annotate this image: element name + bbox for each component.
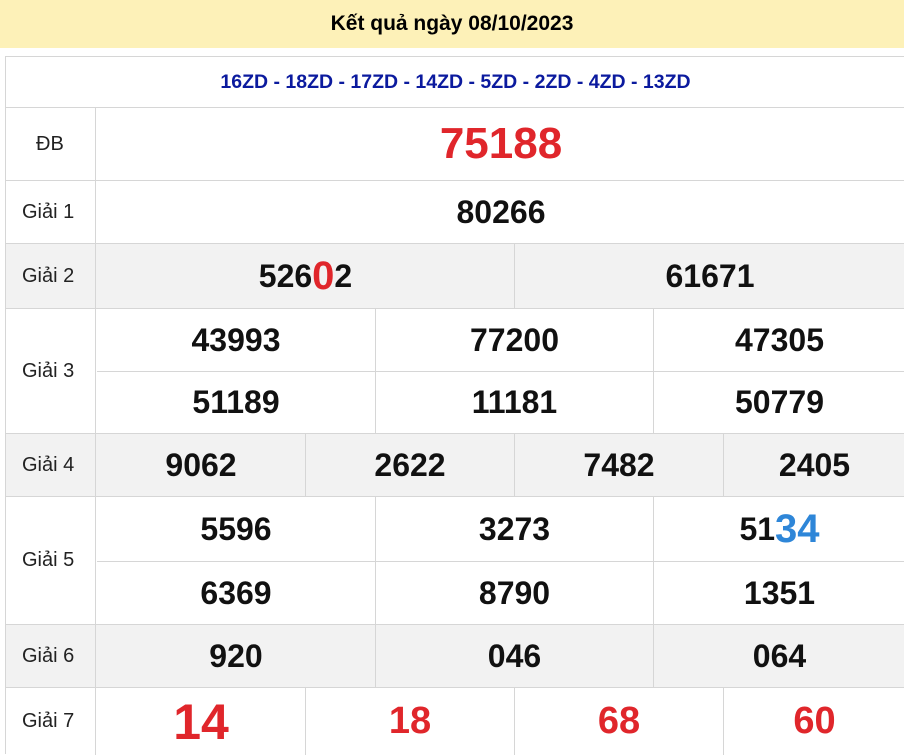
prize-row-giai6: Giải 6 920 046 064 xyxy=(6,625,904,688)
prize-number-giai6-2: 046 xyxy=(375,625,653,687)
prize-label-giai1: Giải 1 xyxy=(6,181,96,243)
prize-label-db: ĐB xyxy=(6,108,96,180)
prize-number-giai5-4: 6369 xyxy=(97,561,375,624)
prize-row-db: ĐB 75188 xyxy=(6,108,904,181)
prize-number-giai3-2: 77200 xyxy=(375,309,653,371)
prize-number: 80266 xyxy=(456,193,546,230)
prize-number-giai6-1: 920 xyxy=(97,625,375,687)
prize-number: 2622 xyxy=(374,446,446,483)
prize-number-giai2-2: 61671 xyxy=(514,244,904,308)
results-table: 16ZD - 18ZD - 17ZD - 14ZD - 5ZD - 2ZD - … xyxy=(5,56,904,755)
special-prize-number: 75188 xyxy=(439,119,563,168)
prize-number: 51189 xyxy=(192,384,280,420)
prize-row-giai2: Giải 2 526 0 2 61671 xyxy=(6,244,904,309)
prize-number: 43993 xyxy=(191,321,281,358)
prize-number-giai3-6: 50779 xyxy=(653,371,904,433)
prize-number: 7482 xyxy=(583,446,655,483)
prize-number: 18 xyxy=(388,700,432,742)
prize-number-giai5-5: 8790 xyxy=(375,561,653,624)
prize-number-giai7-2: 18 xyxy=(305,688,514,755)
prize-number: 5596 xyxy=(200,510,272,547)
prize-number-giai5-1: 5596 xyxy=(97,497,375,561)
prize-number: 3273 xyxy=(478,510,551,547)
prize-number-giai1: 80266 xyxy=(97,181,904,243)
prize-label-giai7: Giải 7 xyxy=(6,688,96,755)
prize-number-giai5-3: 51 34 xyxy=(653,497,904,561)
prize-number-db: 75188 xyxy=(97,108,904,180)
prize-label-giai2: Giải 2 xyxy=(6,244,96,308)
prize-number-giai5-6: 1351 xyxy=(653,561,904,624)
prize-number-giai4-3: 7482 xyxy=(514,434,723,496)
prize-number: 1351 xyxy=(743,574,816,611)
prize-label-giai3: Giải 3 xyxy=(6,309,96,433)
prize-number-giai4-4: 2405 xyxy=(723,434,904,496)
prize-number: 6369 xyxy=(200,574,272,611)
result-date-title: Kết quả ngày 08/10/2023 xyxy=(330,12,574,35)
prize-number-giai6-3: 064 xyxy=(653,625,904,687)
prize-row-giai7: Giải 7 14 18 68 60 xyxy=(6,688,904,755)
prize-number: 77200 xyxy=(470,321,559,358)
prize-number: 9062 xyxy=(165,446,237,483)
prize-label-giai6: Giải 6 xyxy=(6,625,96,687)
ticket-codes-row: 16ZD - 18ZD - 17ZD - 14ZD - 5ZD - 2ZD - … xyxy=(6,57,904,108)
prize-number-giai2-1: 526 0 2 xyxy=(97,244,514,308)
prize-number: 8790 xyxy=(478,574,551,611)
prize-number-giai3-1: 43993 xyxy=(97,309,375,371)
prize-number: 046 xyxy=(487,637,542,674)
prize-number-giai4-2: 2622 xyxy=(305,434,514,496)
result-date-header: Kết quả ngày 08/10/2023 xyxy=(0,0,904,48)
prize-number: 2405 xyxy=(778,446,851,483)
prize-number-suffix: 2 xyxy=(334,257,353,294)
prize-number-highlight: 0 xyxy=(312,253,335,298)
prize-number-highlight: 34 xyxy=(775,506,820,551)
prize-number-giai4-1: 9062 xyxy=(97,434,305,496)
prize-number: 50779 xyxy=(735,384,824,420)
prize-number-giai7-4: 60 xyxy=(723,688,904,755)
prize-number: 920 xyxy=(209,637,263,674)
prize-number: 14 xyxy=(173,693,229,750)
prize-number-prefix: 51 xyxy=(739,510,776,547)
prize-number: 60 xyxy=(793,700,836,742)
prize-number-giai3-5: 11181 xyxy=(375,371,653,433)
prize-number-prefix: 526 xyxy=(258,257,313,294)
prize-number: 47305 xyxy=(735,321,824,358)
prize-number: 11181 xyxy=(471,384,558,420)
prize-number-giai5-2: 3273 xyxy=(375,497,653,561)
prize-label-giai4: Giải 4 xyxy=(6,434,96,496)
prize-number-giai3-4: 51189 xyxy=(97,371,375,433)
prize-label-giai5: Giải 5 xyxy=(6,497,96,624)
prize-row-giai3: Giải 3 43993 77200 47305 51189 11181 507… xyxy=(6,309,904,434)
prize-number-giai7-1: 14 xyxy=(97,688,305,755)
ticket-codes: 16ZD - 18ZD - 17ZD - 14ZD - 5ZD - 2ZD - … xyxy=(220,70,691,93)
prize-number-giai7-3: 68 xyxy=(514,688,723,755)
prize-row-giai4: Giải 4 9062 2622 7482 2405 xyxy=(6,434,904,497)
prize-row-giai1: Giải 1 80266 xyxy=(6,181,904,244)
prize-number: 064 xyxy=(752,637,807,674)
prize-number-giai3-3: 47305 xyxy=(653,309,904,371)
prize-row-giai5: Giải 5 5596 3273 51 34 6369 8790 1351 xyxy=(6,497,904,625)
prize-number: 61671 xyxy=(665,257,755,294)
prize-number: 68 xyxy=(597,700,641,742)
